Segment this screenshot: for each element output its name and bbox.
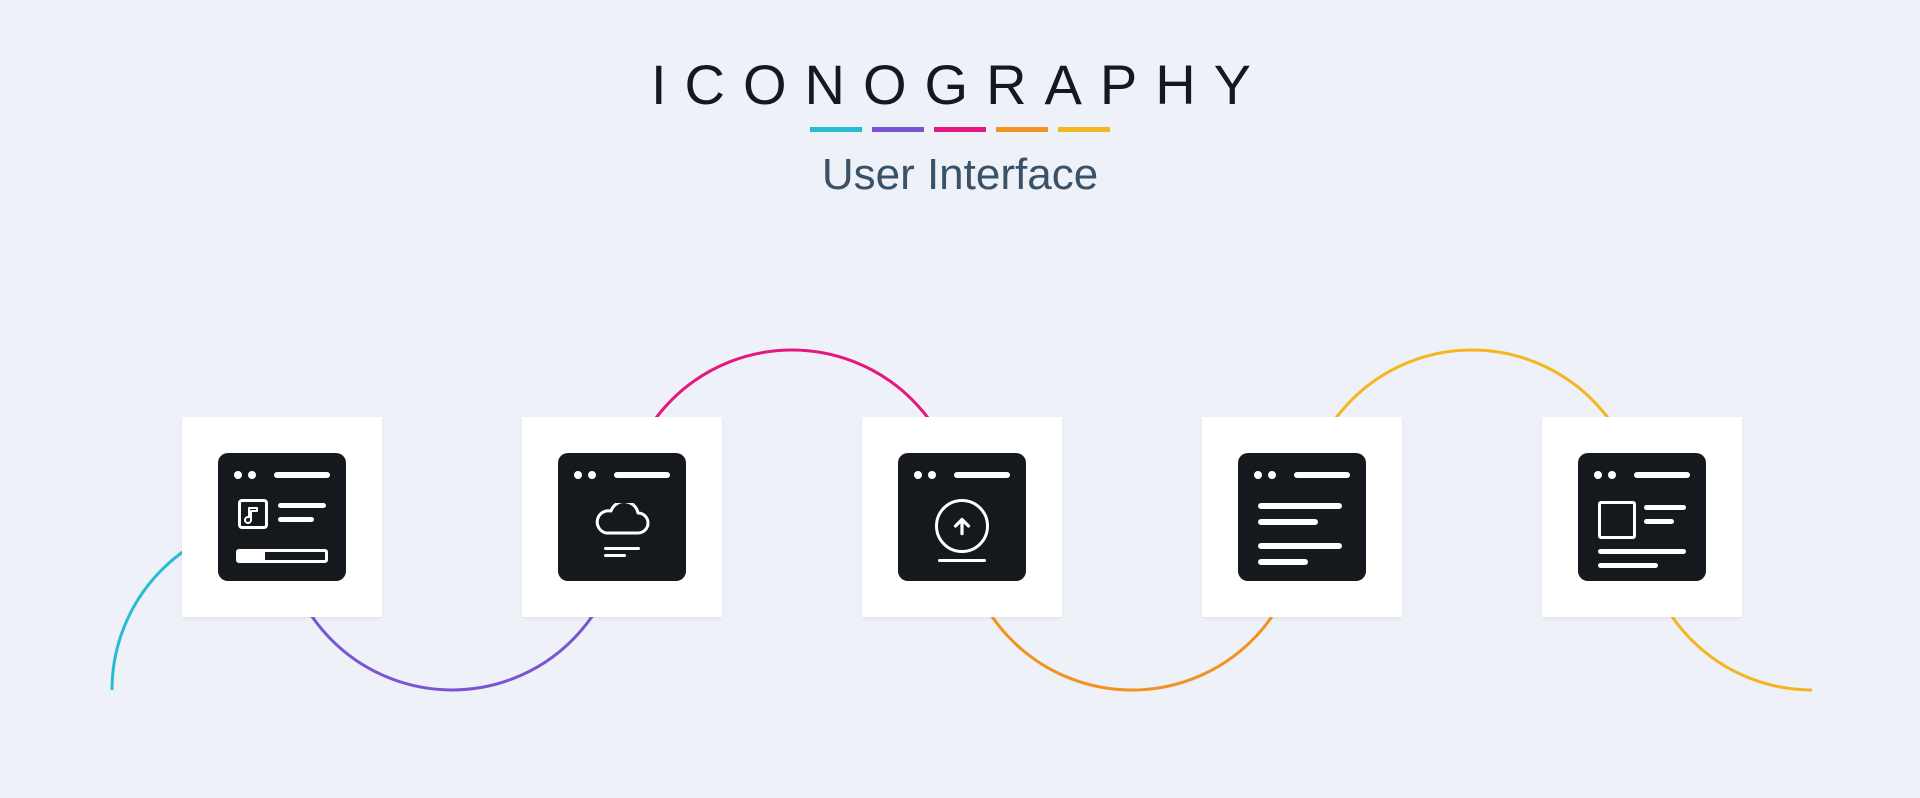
brand-color-stripes [0,127,1920,132]
music-player-browser-icon [218,453,346,581]
page-title: ICONOGRAPHY [0,52,1920,117]
stripe-orange [996,127,1048,132]
page-subtitle: User Interface [0,150,1920,200]
image-block-icon [1598,501,1636,539]
layout-content-browser-icon [1578,453,1706,581]
music-note-icon [238,499,268,529]
stripe-purple [872,127,924,132]
icon-card [862,417,1062,617]
upload-arrow-icon [910,491,1014,569]
icon-card [1542,417,1742,617]
text-content-browser-icon [1238,453,1366,581]
icon-card [1202,417,1402,617]
stripe-yellow [1058,127,1110,132]
header: ICONOGRAPHY User Interface [0,52,1920,200]
cloud-base-lines [604,543,640,557]
progress-bar [236,549,328,563]
icon-card [522,417,722,617]
icon-card [182,417,382,617]
stripe-teal [810,127,862,132]
iconography-showcase: ICONOGRAPHY User Interface [0,0,1920,798]
stripe-magenta [934,127,986,132]
cloud-icon [570,491,674,569]
cloud-browser-icon [558,453,686,581]
upload-browser-icon [898,453,1026,581]
